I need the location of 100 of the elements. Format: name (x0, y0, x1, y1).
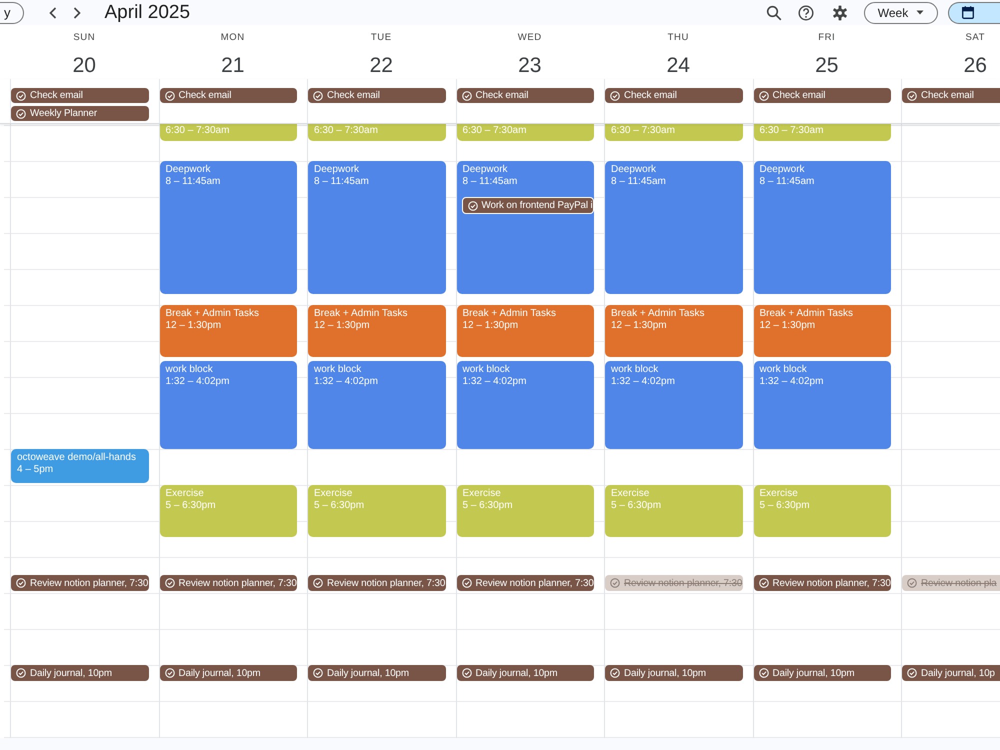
check-circle-icon (16, 578, 26, 588)
search-icon[interactable] (766, 4, 782, 20)
check-circle-icon (610, 90, 620, 100)
event-block[interactable]: work block 1:32 – 4:02pm (605, 360, 742, 449)
event-title: Exercise (611, 488, 650, 500)
event-block[interactable]: Deepwork 8 – 11:45am (308, 161, 446, 294)
event-title: Break + Admin Tasks (462, 308, 556, 320)
check-circle-icon (610, 578, 620, 588)
settings-icon[interactable] (832, 4, 848, 20)
caret-icon (916, 10, 924, 15)
check-circle-icon (468, 200, 478, 211)
event-time: 6:30 – 7:30am (314, 125, 378, 137)
date-number[interactable]: 25 (815, 53, 838, 79)
task-chip[interactable]: Check email (308, 88, 446, 103)
check-circle-icon (164, 578, 174, 588)
event-title: Break + Admin Tasks (166, 308, 259, 320)
task-chip[interactable]: Daily journal, 10pm (11, 665, 148, 682)
check-circle-icon (907, 578, 917, 588)
event-title: work block (166, 364, 213, 376)
check-circle-icon (758, 90, 768, 100)
event-block[interactable]: Deepwork 8 – 11:45am Work on frontend PayPal i (456, 161, 594, 294)
task-chip[interactable]: Check email (11, 88, 148, 103)
task-chip[interactable]: Daily journal, 10pm (605, 665, 742, 682)
check-circle-icon (462, 578, 472, 588)
event-block[interactable]: work block 1:32 – 4:02pm (456, 360, 594, 449)
task-chip[interactable]: Review notion planner, 7:30 (308, 575, 446, 592)
task-chip[interactable]: Daily journal, 10pm (160, 665, 297, 682)
event-block[interactable]: work block 1:32 – 4:02pm (160, 360, 297, 449)
event-time: 1:32 – 4:02pm (611, 376, 675, 388)
task-chip[interactable]: Daily journal, 10pm (308, 665, 446, 682)
today-button[interactable]: y (0, 2, 24, 24)
event-time: 8 – 11:45am (166, 176, 220, 188)
date-number[interactable]: 24 (666, 53, 690, 79)
task-chip[interactable]: Daily journal, 10p (902, 665, 1000, 682)
date-number[interactable]: 26 (964, 53, 987, 79)
check-circle-icon (907, 668, 917, 678)
event-block[interactable]: work block 1:32 – 4:02pm (308, 360, 446, 449)
event-title: work block (760, 364, 807, 376)
event-time: 5 – 6:30pm (611, 500, 662, 512)
event-title: Deepwork (462, 164, 508, 176)
event-time: 6:30 – 7:30am (462, 125, 526, 137)
check-circle-icon (164, 668, 174, 678)
event-time: 12 – 1:30pm (462, 320, 518, 332)
event-time: 6:30 – 7:30am (611, 125, 675, 137)
task-chip[interactable]: Check email (605, 88, 742, 103)
event-time: 12 – 1:30pm (166, 320, 222, 332)
chevron-left-icon[interactable] (48, 6, 56, 18)
event-time: 8 – 11:45am (314, 176, 369, 188)
check-circle-icon (758, 668, 768, 678)
check-circle-icon (462, 90, 472, 100)
event-title: Deepwork (611, 164, 656, 176)
task-chip[interactable]: Review notion planner, 7:30 (754, 575, 891, 592)
event-title: octoweave demo/all-hands (17, 452, 136, 464)
event-title: Exercise (166, 488, 204, 500)
task-chip[interactable]: Check email (902, 88, 1000, 103)
event-time: 12 – 1:30pm (314, 320, 370, 332)
event-time: 6:30 – 7:30am (760, 125, 824, 137)
month-title: April 2025 (104, 2, 190, 24)
task-chip[interactable]: Review notion planner, 7:30 (160, 575, 297, 592)
view-dropdown[interactable]: Week (864, 2, 938, 24)
chevron-right-icon[interactable] (72, 6, 80, 18)
check-circle-icon (907, 90, 917, 100)
task-chip[interactable]: Review notion planner, 7:30 (11, 575, 148, 592)
calendar-icon (962, 6, 974, 19)
check-circle-icon (16, 90, 26, 100)
task-chip[interactable]: Daily journal, 10pm (754, 665, 891, 682)
event-title: Deepwork (166, 164, 211, 176)
check-circle-icon (462, 668, 472, 678)
event-block[interactable]: Deepwork 8 – 11:45am (605, 161, 742, 294)
event-block[interactable]: work block 1:32 – 4:02pm (754, 360, 891, 449)
task-chip[interactable]: Check email (456, 88, 594, 103)
check-circle-icon (610, 668, 620, 678)
calendar-view-toggle[interactable] (948, 2, 1000, 24)
task-chip[interactable]: Review notion planner, 7:30 (456, 575, 594, 592)
event-block[interactable]: Deepwork 8 – 11:45am (160, 161, 297, 294)
date-number[interactable]: 23 (518, 53, 542, 79)
task-chip[interactable]: Weekly Planner (11, 106, 148, 121)
event-title: Exercise (462, 488, 501, 500)
event-time: 8 – 11:45am (611, 176, 666, 188)
date-number[interactable]: 22 (370, 53, 393, 79)
help-icon[interactable] (798, 4, 814, 20)
event-title: Deepwork (314, 164, 360, 176)
event-time: 12 – 1:30pm (760, 320, 816, 332)
date-number[interactable]: 20 (72, 53, 96, 79)
event-time: 8 – 11:45am (760, 176, 814, 188)
check-circle-icon (313, 668, 323, 678)
event-title: Break + Admin Tasks (314, 308, 408, 320)
task-chip[interactable]: Work on frontend PayPal i (462, 197, 594, 214)
task-chip[interactable]: Check email (754, 88, 891, 103)
event-title: work block (462, 364, 510, 376)
event-block[interactable]: Deepwork 8 – 11:45am (754, 161, 891, 294)
event-time: 5 – 6:30pm (314, 500, 364, 512)
event-time: 8 – 11:45am (462, 176, 518, 188)
check-circle-icon (16, 108, 26, 118)
task-chip[interactable]: Check email (160, 88, 297, 103)
date-number[interactable]: 21 (221, 53, 244, 79)
weekday-label: SAT (965, 32, 986, 44)
check-circle-icon (758, 578, 768, 588)
event-title: Break + Admin Tasks (760, 308, 853, 320)
task-chip[interactable]: Daily journal, 10pm (456, 665, 594, 682)
